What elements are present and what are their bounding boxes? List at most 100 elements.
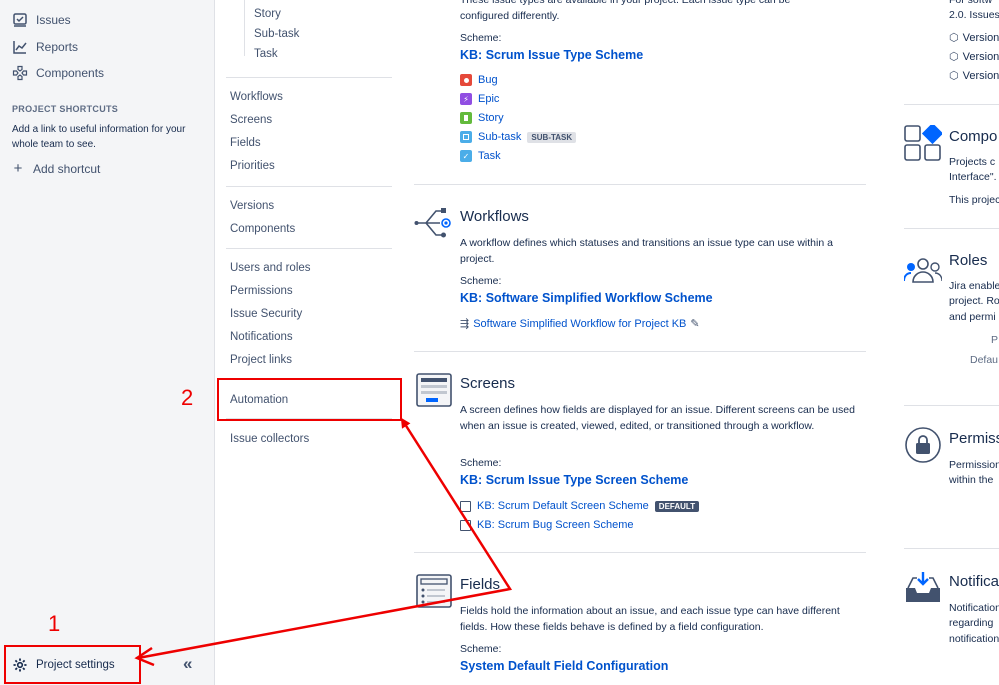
section-divider [904, 228, 999, 229]
task-icon: ✓ [460, 150, 472, 162]
settings-navigation: Story Sub-task Task Workflows Screens Fi… [216, 0, 400, 685]
annotation-step-2: 2 [181, 385, 194, 410]
sidebar-item-issues[interactable]: Issues [12, 12, 71, 28]
lock-icon [905, 427, 941, 463]
annotation-step-1: 1 [48, 611, 61, 636]
nav-fields[interactable]: Fields [230, 137, 261, 149]
issue-type-task[interactable]: ✓ Task [460, 150, 501, 162]
version-item[interactable]: ⬡ Version [949, 69, 999, 83]
workflows-icon [414, 208, 451, 238]
sidebar-item-reports[interactable]: Reports [12, 39, 78, 55]
notifications-text: Notification [949, 602, 999, 614]
pencil-icon[interactable]: ✎ [690, 317, 699, 330]
default-lozenge: DEFAULT [654, 500, 700, 512]
scheme-label: Scheme: [460, 457, 502, 469]
fields-description: Fields hold the information about an iss… [460, 605, 840, 633]
scheme-label: Scheme: [460, 32, 502, 44]
epic-icon: ⚡ [460, 93, 472, 105]
nav-permissions[interactable]: Permissions [230, 285, 293, 297]
nav-versions[interactable]: Versions [230, 200, 274, 212]
issue-type-story[interactable]: Story [460, 112, 504, 124]
notifications-text: notification [949, 633, 999, 645]
components-text: Projects c [949, 156, 996, 168]
section-divider [904, 405, 999, 406]
field-configuration-link[interactable]: System Default Field Configuration [460, 659, 668, 673]
version-item[interactable]: ⬡ Version [949, 50, 999, 64]
roles-text: project. Ro [949, 295, 999, 307]
components-text: This projec [949, 194, 999, 206]
issue-type-scheme-link[interactable]: KB: Scrum Issue Type Scheme [460, 48, 643, 62]
fields-icon [416, 574, 452, 608]
nav-users-and-roles[interactable]: Users and roles [230, 262, 311, 274]
nav-screens[interactable]: Screens [230, 114, 272, 126]
box-icon: ⬡ [949, 32, 959, 44]
bug-icon [460, 74, 472, 86]
sidebar-item-label: Components [36, 66, 105, 80]
screens-icon [416, 373, 452, 407]
roles-title: Roles [949, 252, 988, 269]
components-icon [12, 65, 28, 81]
version-item[interactable]: ⬡ Version [949, 31, 999, 45]
nav-notifications[interactable]: Notifications [230, 331, 293, 343]
permissions-text: Permission [949, 459, 999, 471]
notifications-text: regarding [949, 617, 994, 629]
nav-issue-type-task[interactable]: Task [254, 48, 278, 60]
workflows-title: Workflows [460, 208, 529, 225]
roles-table-text: Defau [970, 354, 999, 366]
add-shortcut-button[interactable]: + Add shortcut [12, 160, 101, 177]
sidebar-item-label: Reports [36, 40, 79, 54]
issue-types-description: These issue types are available in your … [460, 0, 791, 22]
nav-issue-collectors[interactable]: Issue collectors [230, 433, 309, 445]
scheme-label: Scheme: [460, 643, 502, 655]
nav-project-links[interactable]: Project links [230, 354, 292, 366]
nav-divider [226, 77, 392, 78]
box-icon: ⬡ [949, 70, 959, 82]
sidebar-item-label: Issues [36, 13, 71, 27]
workflow-item[interactable]: ⇶ Software Simplified Workflow for Proje… [460, 317, 700, 331]
project-shortcuts-heading: PROJECT SHORTCUTS [12, 104, 119, 114]
roles-table-text: P [991, 334, 999, 346]
section-divider [414, 184, 866, 185]
nav-issue-type-subtask[interactable]: Sub-task [254, 28, 299, 40]
notifications-title: Notifica [949, 573, 999, 590]
roles-text: and permi [949, 311, 996, 323]
versions-text: 2.0. Issues [949, 9, 999, 21]
story-icon [460, 112, 472, 124]
screen-scheme-item[interactable]: KB: Scrum Default Screen Scheme DEFAULT [460, 500, 700, 512]
nav-workflows[interactable]: Workflows [230, 91, 283, 103]
nav-divider [226, 186, 392, 187]
issues-icon [13, 13, 27, 27]
annotation-box-automation [217, 378, 402, 421]
subtask-icon [460, 131, 472, 143]
workflows-description: A workflow defines which statuses and tr… [460, 237, 833, 265]
nav-issue-security[interactable]: Issue Security [230, 308, 302, 320]
workflow-small-icon: ⇶ [460, 318, 470, 330]
project-shortcuts-text: Add a link to useful information for you… [12, 124, 186, 150]
nav-components[interactable]: Components [230, 223, 295, 235]
components-text: Interface". [949, 171, 997, 183]
screen-scheme-item[interactable]: KB: Scrum Bug Screen Scheme [460, 519, 634, 531]
issue-type-epic[interactable]: ⚡ Epic [460, 93, 499, 105]
scheme-label: Scheme: [460, 275, 502, 287]
permissions-title: Permiss [949, 430, 999, 447]
screen-scheme-link[interactable]: KB: Scrum Issue Type Screen Scheme [460, 473, 688, 487]
notifications-icon [906, 572, 940, 602]
fields-title: Fields [460, 576, 501, 593]
nav-priorities[interactable]: Priorities [230, 160, 275, 172]
issue-type-subtask[interactable]: Sub-task SUB-TASK [460, 131, 577, 143]
section-divider [904, 104, 999, 105]
box-icon: ⬡ [949, 51, 959, 63]
screens-description: A screen defines how fields are displaye… [460, 404, 855, 432]
components-section-icon [904, 125, 942, 161]
tree-line [244, 0, 245, 56]
project-sidebar: Issues Reports Components PROJECT SHORTC… [0, 0, 215, 685]
issue-type-bug[interactable]: Bug [460, 74, 498, 86]
screen-small-icon [460, 500, 471, 512]
nav-issue-type-story[interactable]: Story [254, 8, 281, 20]
section-divider [904, 548, 999, 549]
sidebar-item-components[interactable]: Components [12, 65, 104, 81]
collapse-sidebar-button[interactable]: « [183, 654, 192, 674]
plus-icon: + [13, 160, 23, 177]
roles-text: Jira enable [949, 280, 999, 292]
workflow-scheme-link[interactable]: KB: Software Simplified Workflow Scheme [460, 291, 713, 305]
